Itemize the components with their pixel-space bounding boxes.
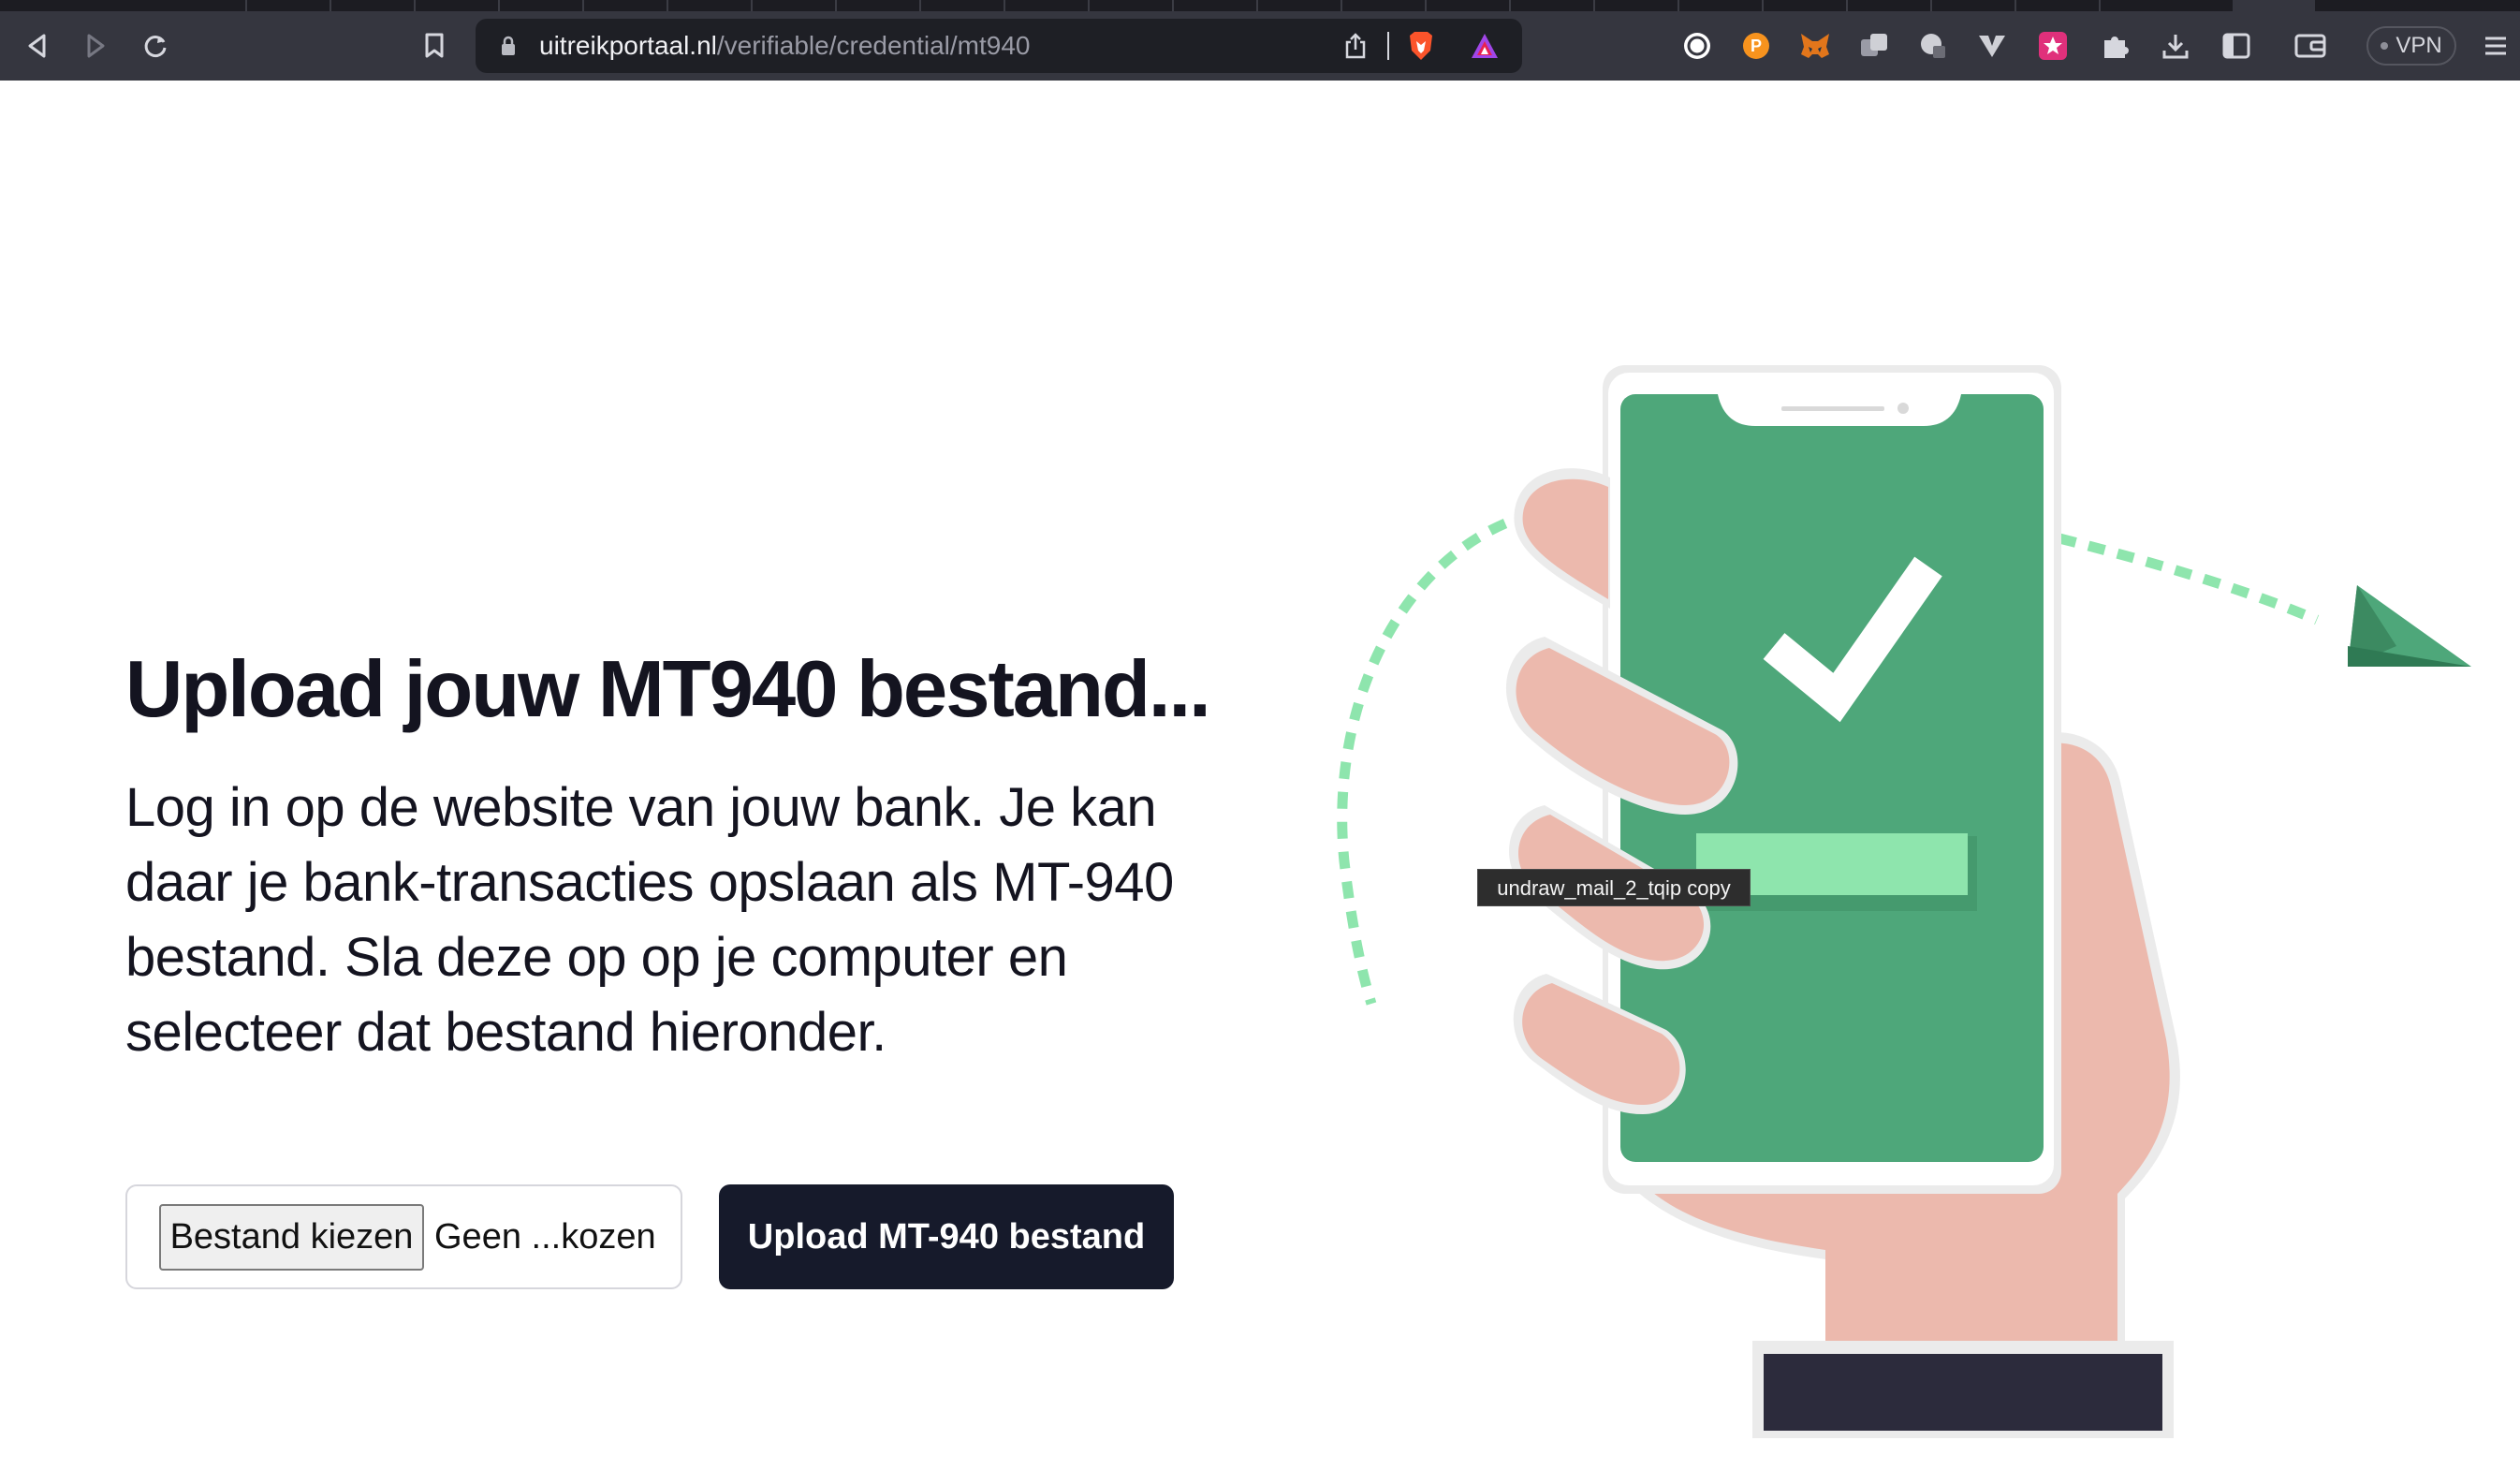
url-path: /verifiable/credential/mt940 [716, 31, 1031, 60]
image-tooltip: undraw_mail_2_tqip copy [1477, 869, 1751, 906]
svg-text:P: P [1751, 37, 1762, 55]
vpn-label: VPN [2395, 33, 2442, 58]
tab-separator [1678, 0, 1679, 11]
extension-icon[interactable] [1855, 11, 1893, 81]
extensions-puzzle-icon[interactable] [2097, 11, 2134, 81]
tab-separator [2099, 0, 2101, 11]
active-tab[interactable] [2233, 0, 2315, 11]
tab-separator [835, 0, 837, 11]
sidebar-icon[interactable] [2218, 11, 2255, 81]
sleeve [1764, 1354, 2162, 1431]
tab-separator [1509, 0, 1511, 11]
url-host: uitreikportaal.nl [539, 31, 717, 60]
phone-checkmark-illustration [1337, 365, 2471, 1438]
tab-separator [1088, 0, 1090, 11]
page-title: Upload jouw MT940 bestand... [125, 645, 1211, 734]
tab-separator [1256, 0, 1258, 11]
tab-separator [1930, 0, 1932, 11]
vpn-status-dot [2381, 42, 2389, 50]
tab-separator [1341, 0, 1342, 11]
extension-icon[interactable] [2034, 11, 2072, 81]
bookmark-icon[interactable] [416, 11, 453, 81]
upload-button[interactable]: Upload MT-940 bestand [719, 1184, 1174, 1289]
tab-separator [245, 0, 247, 11]
tab-separator [2015, 0, 2016, 11]
tab-separator [414, 0, 416, 11]
menu-icon[interactable] [2479, 11, 2513, 81]
extension-icon[interactable]: P [1737, 11, 1775, 81]
file-input[interactable]: Bestand kiezen Geen ...kozen [125, 1184, 682, 1289]
extension-icon[interactable] [1973, 11, 2011, 81]
tab-separator [498, 0, 500, 11]
share-icon[interactable] [1337, 19, 1374, 73]
tab-separator [330, 0, 331, 11]
instructions-text: Log in op de website van jouw bank. Je k… [125, 777, 1174, 1063]
brave-rewards-icon[interactable] [1466, 19, 1503, 73]
tab-separator [582, 0, 584, 11]
dashed-arc-right [2058, 533, 2320, 625]
tab-separator [667, 0, 668, 11]
tab-separator [1425, 0, 1427, 11]
url-text: uitreikportaal.nl/verifiable/credential/… [539, 19, 1031, 73]
browser-toolbar: uitreikportaal.nl/verifiable/credential/… [0, 11, 2520, 81]
address-bar[interactable]: uitreikportaal.nl/verifiable/credential/… [476, 19, 1522, 73]
wallet-icon[interactable] [2292, 11, 2329, 81]
vpn-button[interactable]: VPN [2366, 26, 2456, 66]
dashed-arc-left [1337, 518, 1508, 1006]
tab-separator [1762, 0, 1764, 11]
tab-separator [1172, 0, 1174, 11]
downloads-icon[interactable] [2157, 11, 2194, 81]
back-icon[interactable] [19, 11, 56, 81]
url-divider [1387, 32, 1389, 60]
tab-strip [0, 0, 2520, 11]
tab-separator [919, 0, 921, 11]
choose-file-button[interactable]: Bestand kiezen [159, 1204, 424, 1271]
metamask-icon[interactable] [1796, 11, 1834, 81]
extension-icon[interactable] [1914, 11, 1952, 81]
tab-separator [1004, 0, 1005, 11]
brave-shields-icon[interactable] [1402, 19, 1440, 73]
forward-icon[interactable] [77, 11, 114, 81]
lock-icon[interactable] [494, 19, 522, 73]
paper-plane-icon [2348, 585, 2471, 667]
reload-icon[interactable] [137, 11, 174, 81]
file-status-text: Geen ...kozen [434, 1217, 656, 1257]
tab-separator [1593, 0, 1595, 11]
extension-icon[interactable] [1678, 11, 1716, 81]
tab-separator [1846, 0, 1848, 11]
tab-separator [751, 0, 753, 11]
